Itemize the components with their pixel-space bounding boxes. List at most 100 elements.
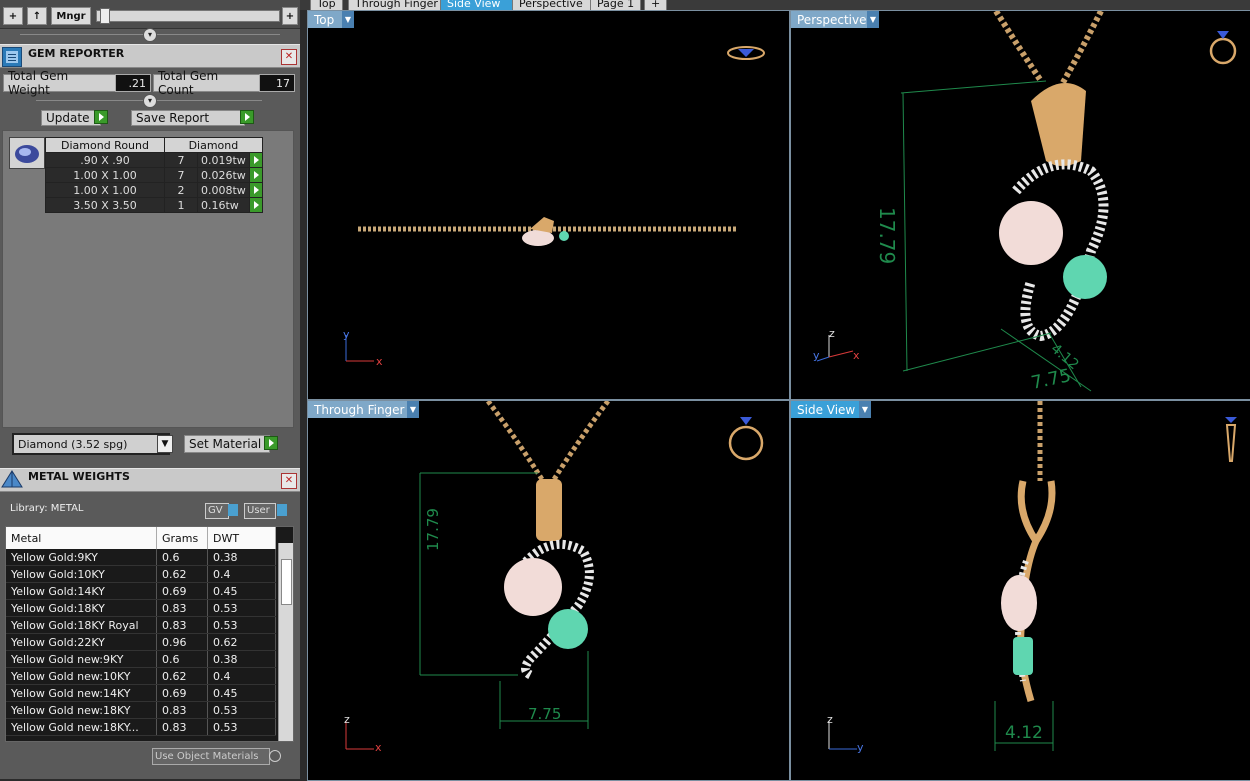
viewport-through-finger[interactable]: Through Finger ▼ 17.79 7.75 z x xyxy=(307,400,790,781)
gem-header-shape: Diamond Round xyxy=(45,137,165,153)
slider-thumb[interactable] xyxy=(100,8,110,24)
use-object-materials-toggle[interactable]: Use Object Materials xyxy=(152,748,270,765)
metal-cell-metal: Yellow Gold:9KY xyxy=(6,549,157,566)
radio-icon[interactable] xyxy=(269,750,281,762)
gv-toggle-indicator[interactable] xyxy=(228,504,238,516)
metal-cell-dwt: 0.53 xyxy=(207,701,276,719)
table-row[interactable]: Yellow Gold:14KY 0.69 0.45 xyxy=(6,582,276,600)
dwt-col-header[interactable]: DWT xyxy=(207,527,276,549)
total-count-value: 17 xyxy=(259,74,295,92)
metal-weights-header: METAL WEIGHTS ✕ xyxy=(0,468,300,492)
metal-cell-metal: Yellow Gold:14KY xyxy=(6,582,157,600)
table-row[interactable]: Yellow Gold new:18KY... 0.83 0.53 xyxy=(6,718,276,736)
row-play-icon[interactable] xyxy=(248,152,263,168)
table-row[interactable]: Yellow Gold:22KY 0.96 0.62 xyxy=(6,633,276,651)
metal-table-scrollbar[interactable] xyxy=(278,543,293,741)
metal-cell-metal: Yellow Gold:18KY Royal xyxy=(6,616,157,634)
close-icon[interactable]: ✕ xyxy=(281,473,297,489)
scroll-thumb[interactable] xyxy=(281,559,292,605)
view-tab-bar: Top Through Finger Side View Perspective… xyxy=(300,0,1250,12)
metal-cell-metal: Yellow Gold new:14KY xyxy=(6,684,157,702)
gem-weight: 0.019tw xyxy=(197,152,250,168)
row-play-icon[interactable] xyxy=(248,182,263,198)
table-row[interactable]: Yellow Gold new:18KY 0.83 0.53 xyxy=(6,701,276,719)
set-material-button[interactable]: Set Material xyxy=(184,435,270,453)
axis-h-label: x xyxy=(375,741,382,754)
gem-reporter-header: GEM REPORTER ✕ xyxy=(0,44,300,68)
metal-cell-grams: 0.83 xyxy=(156,701,208,719)
viewport-side-view[interactable]: Side View ▼ 4.12 z y xyxy=(790,400,1250,781)
close-icon[interactable]: ✕ xyxy=(281,49,297,65)
zoom-slider[interactable] xyxy=(96,10,280,22)
user-toggle-indicator[interactable] xyxy=(277,504,287,516)
save-report-play-icon[interactable] xyxy=(240,110,254,124)
chevron-down-icon[interactable]: ▼ xyxy=(157,435,173,453)
gv-toggle[interactable]: GV xyxy=(205,503,229,519)
metal-cell-grams: 0.83 xyxy=(156,616,208,634)
metal-cell-grams: 0.83 xyxy=(156,599,208,617)
gem-row[interactable]: 3.50 X 3.50 1 0.16tw xyxy=(45,197,263,213)
metal-cell-dwt: 0.45 xyxy=(207,684,276,702)
metal-cell-metal: Yellow Gold:22KY xyxy=(6,633,157,651)
metal-cell-metal: Yellow Gold:10KY xyxy=(6,565,157,583)
axis-h-label: y xyxy=(857,741,864,754)
axis-d-label: y xyxy=(813,349,820,362)
update-play-icon[interactable] xyxy=(94,110,108,124)
dim-height-label: 17.79 xyxy=(875,207,899,265)
metal-col-header[interactable]: Metal xyxy=(6,527,157,549)
metal-cell-grams: 0.69 xyxy=(156,684,208,702)
metal-cell-dwt: 0.38 xyxy=(207,650,276,668)
metal-cell-grams: 0.6 xyxy=(156,650,208,668)
user-toggle[interactable]: User xyxy=(244,503,276,519)
toolbar: + ↑ Mngr + xyxy=(0,0,300,29)
add-button[interactable]: + xyxy=(3,7,23,25)
gem-count: 2 xyxy=(164,182,198,198)
table-row[interactable]: Yellow Gold:10KY 0.62 0.4 xyxy=(6,565,276,583)
viewport-perspective[interactable]: Perspective ▼ 17.79 7.75 4.12 z x y xyxy=(790,10,1250,400)
set-material-play-icon[interactable] xyxy=(264,436,278,450)
metal-cell-dwt: 0.38 xyxy=(207,549,276,566)
gem-reporter-title: GEM REPORTER xyxy=(28,47,125,60)
row-play-icon[interactable] xyxy=(248,197,263,213)
metal-cell-metal: Yellow Gold new:9KY xyxy=(6,650,157,668)
axis-v-label: y xyxy=(343,328,350,341)
metal-cell-grams: 0.62 xyxy=(156,667,208,685)
update-button[interactable]: Update xyxy=(41,110,101,126)
manager-button[interactable]: Mngr xyxy=(51,7,91,25)
gem-size: 1.00 X 1.00 xyxy=(45,182,165,198)
move-up-button[interactable]: ↑ xyxy=(27,7,47,25)
metal-cell-dwt: 0.4 xyxy=(207,667,276,685)
gem-size: 1.00 X 1.00 xyxy=(45,167,165,183)
gem-count: 7 xyxy=(164,167,198,183)
grams-col-header[interactable]: Grams xyxy=(156,527,208,549)
gem-row[interactable]: .90 X .90 7 0.019tw xyxy=(45,152,263,168)
table-row[interactable]: Yellow Gold new:14KY 0.69 0.45 xyxy=(6,684,276,702)
gem-row[interactable]: 1.00 X 1.00 2 0.008tw xyxy=(45,182,263,198)
library-label: Library: METAL xyxy=(10,503,84,514)
collapse-toggle-icon[interactable]: ▾ xyxy=(143,94,157,108)
total-count-label: Total Gem Count xyxy=(153,69,261,97)
material-select[interactable]: Diamond (3.52 spg) xyxy=(12,433,170,455)
metal-cell-dwt: 0.53 xyxy=(207,718,276,736)
axis-h-label: x xyxy=(853,349,860,362)
metal-cell-dwt: 0.62 xyxy=(207,633,276,651)
viewport-top[interactable]: Top ▼ y x xyxy=(307,10,790,400)
diamond-round-icon xyxy=(9,137,45,169)
row-play-icon[interactable] xyxy=(248,167,263,183)
metal-table-body: Yellow Gold:9KY 0.6 0.38 Yellow Gold:10KY 0.… xyxy=(6,549,276,736)
total-weight-value: .21 xyxy=(115,74,151,92)
metal-table: Metal Grams DWT Yellow Gold:9KY 0.6 0.38 Ye… xyxy=(6,527,276,736)
table-row[interactable]: Yellow Gold new:10KY 0.62 0.4 xyxy=(6,667,276,685)
plus-button[interactable]: + xyxy=(282,7,298,25)
gem-size: .90 X .90 xyxy=(45,152,165,168)
table-row[interactable]: Yellow Gold:18KY Royal 0.83 0.53 xyxy=(6,616,276,634)
save-report-button[interactable]: Save Report xyxy=(131,110,245,126)
table-row[interactable]: Yellow Gold:18KY 0.83 0.53 xyxy=(6,599,276,617)
collapse-toggle-icon[interactable]: ▾ xyxy=(143,28,157,42)
metal-weights-icon xyxy=(0,469,24,491)
table-row[interactable]: Yellow Gold new:9KY 0.6 0.38 xyxy=(6,650,276,668)
axis-h-label: x xyxy=(376,355,383,368)
metal-cell-metal: Yellow Gold new:10KY xyxy=(6,667,157,685)
gem-row[interactable]: 1.00 X 1.00 7 0.026tw xyxy=(45,167,263,183)
table-row[interactable]: Yellow Gold:9KY 0.6 0.38 xyxy=(6,549,276,566)
